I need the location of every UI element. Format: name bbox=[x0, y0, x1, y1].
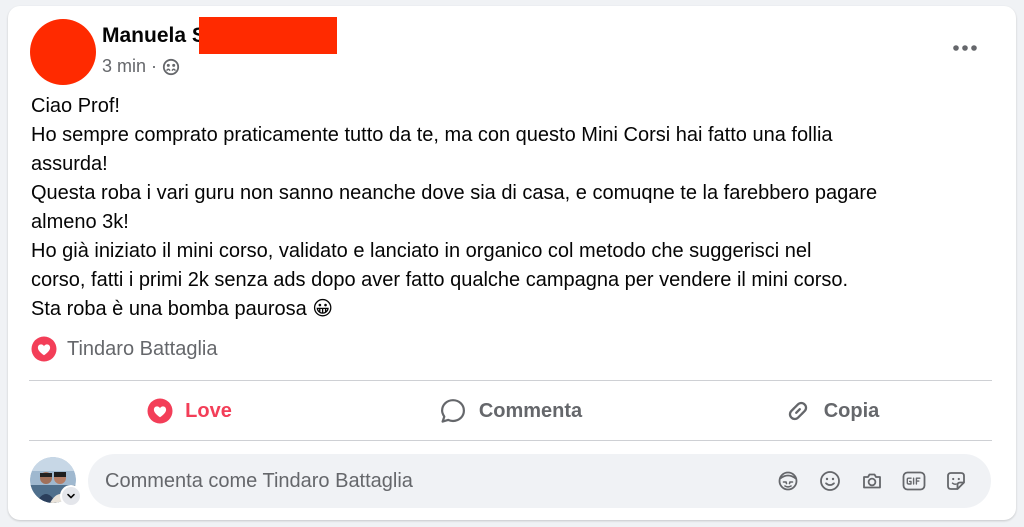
comment-composer bbox=[88, 454, 991, 508]
copy-label: Copia bbox=[823, 399, 880, 422]
post-text-line: Ho già iniziato il mini corso, validato … bbox=[31, 240, 812, 262]
chevron-down-icon[interactable] bbox=[60, 485, 82, 507]
redaction-block bbox=[199, 17, 337, 54]
more-options-button[interactable] bbox=[942, 30, 988, 66]
post-text-line: corso, fatti i primi 2k senza ads dopo a… bbox=[31, 269, 849, 291]
action-bar: Love Commenta Copia bbox=[29, 382, 992, 440]
more-horizontal-icon bbox=[953, 45, 977, 51]
sticker-icon[interactable] bbox=[935, 460, 977, 502]
post-text-line: almeno 3k! bbox=[31, 211, 129, 233]
post-timestamp[interactable]: 3 min bbox=[102, 56, 146, 77]
love-icon bbox=[147, 398, 173, 424]
reaction-summary[interactable]: Tindaro Battaglia bbox=[31, 336, 217, 362]
avatar-sticker-icon[interactable] bbox=[767, 460, 809, 502]
author-avatar[interactable] bbox=[30, 19, 96, 85]
love-label: Love bbox=[185, 399, 232, 422]
post-text: Ciao Prof! Ho sempre comprato praticamen… bbox=[31, 92, 991, 324]
comment-label: Commenta bbox=[478, 399, 583, 422]
meta-separator: · bbox=[151, 56, 158, 76]
post-text-line: assurda! bbox=[31, 153, 108, 175]
copy-button[interactable]: Copia bbox=[671, 382, 992, 440]
friends-icon[interactable] bbox=[162, 58, 180, 76]
gif-icon[interactable] bbox=[893, 460, 935, 502]
love-reaction-icon bbox=[31, 336, 57, 362]
link-icon bbox=[788, 401, 807, 421]
comment-input[interactable] bbox=[88, 454, 767, 508]
post-card: Manuela S 3 min · Ciao Prof! Ho sempre c… bbox=[8, 6, 1016, 520]
author-name[interactable]: Manuela S bbox=[102, 24, 206, 48]
divider-bottom bbox=[29, 440, 992, 441]
love-button[interactable]: Love bbox=[29, 382, 350, 440]
comment-button[interactable]: Commenta bbox=[350, 382, 671, 440]
commenter-avatar[interactable] bbox=[30, 457, 82, 507]
post-text-line: Questa roba i vari guru non sanno neanch… bbox=[31, 182, 878, 204]
post-meta: 3 min · bbox=[102, 56, 180, 77]
comment-icon bbox=[440, 399, 465, 423]
emoji-icon[interactable] bbox=[809, 460, 851, 502]
camera-icon[interactable] bbox=[851, 460, 893, 502]
composer-tools bbox=[767, 460, 991, 502]
divider-top bbox=[29, 380, 992, 381]
post-text-line: Ciao Prof! bbox=[31, 95, 120, 117]
reaction-names[interactable]: Tindaro Battaglia bbox=[67, 338, 217, 361]
post-text-line: Ho sempre comprato praticamente tutto da… bbox=[31, 124, 833, 146]
post-text-line: Sta roba è una bomba paurosa 😀 bbox=[31, 298, 334, 320]
